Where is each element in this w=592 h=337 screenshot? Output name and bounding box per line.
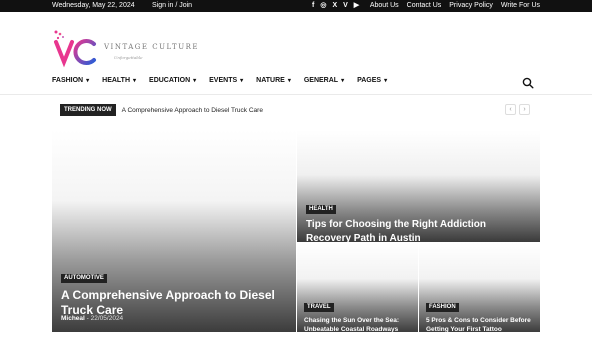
nav-item-education[interactable]: EDUCATION ▾ (149, 77, 196, 84)
chevron-down-icon: ▾ (193, 78, 197, 84)
nav-item-label: FASHION (52, 77, 84, 84)
post-title[interactable]: Tips for Choosing the Right Addiction Re… (306, 218, 531, 242)
top-links: About Us Contact Us Privacy Policy Write… (370, 2, 540, 9)
trending-headline[interactable]: A Comprehensive Approach to Diesel Truck… (122, 107, 263, 114)
nav-item-label: PAGES (357, 77, 382, 84)
chevron-down-icon: ▾ (384, 78, 388, 84)
chevron-down-icon: ▾ (240, 78, 244, 84)
header-divider (0, 94, 592, 95)
nav-item-nature[interactable]: NATURE ▾ (256, 77, 291, 84)
chevron-down-icon: ▾ (133, 78, 137, 84)
post-content: HEALTH Tips for Choosing the Right Addic… (306, 197, 531, 242)
youtube-icon[interactable]: ▶ (354, 1, 359, 11)
chevron-left-icon[interactable]: ‹ (505, 104, 516, 115)
chevron-down-icon: ▾ (341, 78, 345, 84)
post-title[interactable]: A Comprehensive Approach to Diesel Truck… (61, 288, 286, 318)
social-icons: f ◎ X V ▶ (312, 1, 359, 11)
trending-arrows: ‹ › (505, 104, 530, 115)
featured-post-main[interactable]: AUTOMOTIVE A Comprehensive Approach to D… (52, 130, 296, 332)
post-category[interactable]: AUTOMOTIVE (61, 274, 107, 283)
facebook-icon[interactable]: f (312, 1, 314, 11)
post-title[interactable]: 5 Pros & Cons to Consider Before Getting… (426, 316, 538, 332)
chevron-right-icon[interactable]: › (519, 104, 530, 115)
about-us-link[interactable]: About Us (370, 2, 399, 9)
nav-item-label: HEALTH (102, 77, 131, 84)
post-category[interactable]: HEALTH (306, 205, 336, 214)
post-meta: Micheal - 22/05/2024 (61, 315, 123, 322)
nav-item-label: NATURE (256, 77, 285, 84)
main-nav: FASHION ▾ HEALTH ▾ EDUCATION ▾ EVENTS ▾ NATU… (52, 77, 400, 84)
featured-post-small[interactable]: TRAVEL Chasing the Sun Over the Sea: Unb… (297, 243, 418, 332)
instagram-icon[interactable]: ◎ (320, 1, 326, 11)
chevron-down-icon: ▾ (287, 78, 291, 84)
post-content: FASHION 5 Pros & Cons to Consider Before… (426, 295, 538, 332)
trending-badge: TRENDING NOW (60, 104, 116, 116)
x-twitter-icon[interactable]: X (332, 1, 337, 11)
post-content: AUTOMOTIVE A Comprehensive Approach to D… (61, 266, 286, 318)
post-title[interactable]: Chasing the Sun Over the Sea: Unbeatable… (304, 316, 416, 332)
post-category[interactable]: TRAVEL (304, 303, 334, 312)
write-for-us-link[interactable]: Write For Us (501, 2, 540, 9)
current-date: Wednesday, May 22, 2024 (52, 2, 135, 9)
nav-item-label: EVENTS (209, 77, 238, 84)
search-icon[interactable] (522, 77, 534, 89)
vimeo-icon[interactable]: V (343, 1, 348, 11)
contact-us-link[interactable]: Contact Us (407, 2, 442, 9)
nav-item-fashion[interactable]: FASHION ▾ (52, 77, 89, 84)
featured-post-small[interactable]: FASHION 5 Pros & Cons to Consider Before… (419, 243, 540, 332)
site-logo[interactable]: VINTAGE CULTURE Unforgettable (52, 28, 202, 70)
sign-in-link[interactable]: Sign in / Join (152, 2, 192, 9)
trending-bar: TRENDING NOW A Comprehensive Approach to… (60, 104, 263, 116)
nav-item-label: GENERAL (303, 77, 339, 84)
privacy-policy-link[interactable]: Privacy Policy (449, 2, 493, 9)
nav-item-events[interactable]: EVENTS ▾ (209, 77, 243, 84)
top-bar: Wednesday, May 22, 2024 Sign in / Join f… (0, 0, 592, 12)
post-date: 22/05/2024 (90, 315, 124, 322)
brand-name: VINTAGE CULTURE (104, 43, 199, 51)
nav-item-health[interactable]: HEALTH ▾ (102, 77, 136, 84)
nav-item-label: EDUCATION (149, 77, 191, 84)
brand-tagline: Unforgettable (114, 55, 143, 60)
nav-item-pages[interactable]: PAGES ▾ (357, 77, 387, 84)
logo-mark-icon (54, 30, 96, 68)
nav-item-general[interactable]: GENERAL ▾ (304, 77, 344, 84)
post-author[interactable]: Micheal (61, 315, 85, 322)
chevron-down-icon: ▾ (86, 78, 90, 84)
featured-post-top[interactable]: HEALTH Tips for Choosing the Right Addic… (297, 130, 540, 242)
post-content: TRAVEL Chasing the Sun Over the Sea: Unb… (304, 295, 416, 332)
post-category[interactable]: FASHION (426, 303, 459, 312)
